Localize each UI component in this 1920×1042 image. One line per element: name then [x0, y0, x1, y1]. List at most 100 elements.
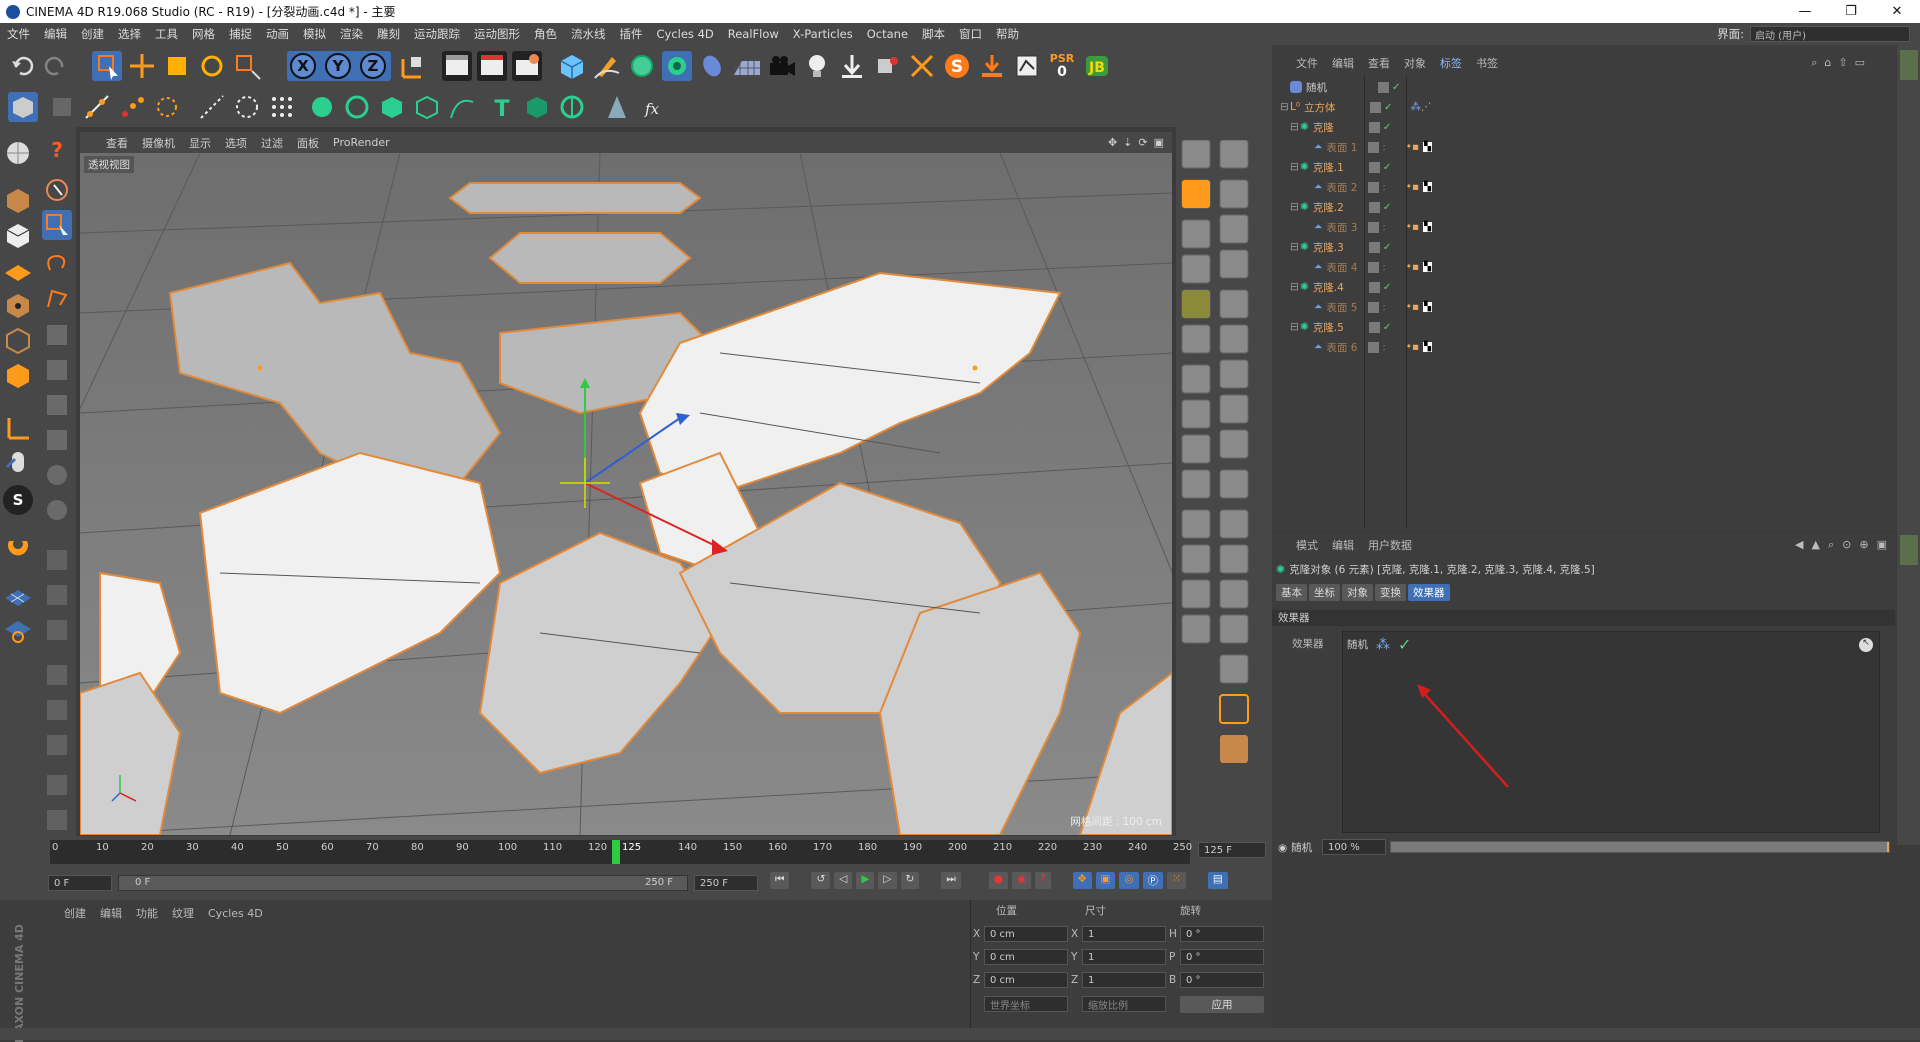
import-icon[interactable]	[837, 51, 867, 81]
am-search-icon[interactable]: ⌕	[1828, 538, 1834, 552]
collapse-icon[interactable]: ⊟	[1290, 201, 1300, 213]
am-subtab-transform[interactable]: 变换	[1375, 584, 1406, 601]
material-tag-icon[interactable]: •▪	[1406, 221, 1419, 233]
prev-key-icon[interactable]: ↺	[811, 872, 831, 889]
material-tag-icon[interactable]: •▪	[1406, 301, 1419, 313]
visibility-toggle[interactable]	[1368, 261, 1380, 273]
viewport-menu-camera[interactable]: 摄像机	[142, 135, 175, 151]
enabled-check-icon[interactable]: :	[1382, 142, 1385, 153]
snap-icon[interactable]	[3, 533, 33, 563]
dimmed-tool-5-icon[interactable]	[42, 460, 72, 490]
y-axis-lock-icon[interactable]: Y	[325, 53, 351, 79]
am-lock-icon[interactable]: ⊙	[1842, 538, 1851, 552]
drop-to-floor-icon[interactable]	[977, 51, 1007, 81]
next-key-icon[interactable]: ↻	[900, 872, 920, 889]
cube-object-icon[interactable]	[557, 51, 587, 81]
texture-tag-icon[interactable]: ▚	[1423, 182, 1433, 192]
psr-reset-button[interactable]: PSR 0	[1047, 52, 1077, 82]
mm-tab-cycles[interactable]: Cycles 4D	[208, 907, 263, 920]
menu-item[interactable]: 运动跟踪	[407, 26, 467, 42]
collapse-icon[interactable]: ⊟	[1290, 161, 1300, 173]
om-new-view-icon[interactable]: ▭	[1855, 56, 1865, 70]
model-mode-icon[interactable]	[8, 92, 38, 122]
strength-slider[interactable]	[1390, 841, 1890, 853]
dimmed-tool-8-icon[interactable]	[42, 580, 72, 610]
menu-item[interactable]: 窗口	[952, 26, 989, 42]
object-row[interactable]: ⊟ ✺ 克隆.4 ✓	[1276, 277, 1391, 297]
menu-item[interactable]: 脚本	[915, 26, 952, 42]
menu-item[interactable]: 插件	[613, 26, 650, 42]
visibility-toggle[interactable]	[1368, 341, 1380, 353]
mograph-matrix-icon[interactable]	[307, 92, 337, 122]
dimmed-tool-13-icon[interactable]	[42, 770, 72, 800]
enabled-check-icon[interactable]: ✓	[1383, 122, 1391, 133]
om-tab-edit[interactable]: 编辑	[1332, 55, 1354, 71]
enabled-check-icon[interactable]: :	[1382, 222, 1385, 233]
object-mode-icon[interactable]	[3, 185, 33, 215]
plugin-icon[interactable]	[1012, 51, 1042, 81]
mograph-extrude-icon[interactable]	[412, 92, 442, 122]
close-icon[interactable]: ✕	[1874, 0, 1920, 23]
subdivision-surface-icon[interactable]	[627, 51, 657, 81]
object-row[interactable]: ⏶ 表面 1 : •▪ ▚	[1276, 137, 1433, 157]
menu-item[interactable]: Octane	[860, 27, 915, 41]
dimmed-tool-7-icon[interactable]	[42, 545, 72, 575]
om-tab-tags[interactable]: 标签	[1440, 55, 1462, 71]
axis-mode-icon[interactable]	[3, 412, 33, 442]
viewport-menu-options[interactable]: 选项	[225, 135, 247, 151]
world-coordinates-select[interactable]: 世界坐标	[984, 996, 1068, 1012]
workplane-lock-icon[interactable]	[3, 615, 33, 645]
visibility-toggle[interactable]	[1368, 281, 1380, 293]
texture-mode-icon[interactable]	[47, 92, 77, 122]
menu-item[interactable]: 雕刻	[370, 26, 407, 42]
position-y-field[interactable]: 0 cm	[984, 949, 1068, 965]
timeline-window-icon[interactable]: ▤	[1207, 872, 1228, 889]
texture-tag-icon[interactable]: ▚	[1423, 142, 1433, 152]
visibility-toggle[interactable]	[1368, 221, 1380, 233]
object-row[interactable]: ⊟ ✺ 克隆.2 ✓	[1276, 197, 1391, 217]
viewport-menu-view[interactable]: 查看	[106, 135, 128, 151]
menu-item[interactable]: X-Particles	[786, 27, 860, 41]
enabled-check-icon[interactable]: :	[1382, 302, 1385, 313]
enabled-check-icon[interactable]: :	[1382, 262, 1385, 273]
edges-mode-icon[interactable]	[3, 325, 33, 355]
model-sphere-icon[interactable]	[3, 138, 33, 168]
next-frame-icon[interactable]: ▷	[878, 872, 897, 889]
floor-icon[interactable]	[732, 51, 762, 81]
enabled-check-icon[interactable]: ✓	[1383, 322, 1391, 333]
object-row[interactable]: ⊟ ✺ 克隆.1 ✓	[1276, 157, 1391, 177]
rotation-p-field[interactable]: 0 °	[1180, 949, 1264, 965]
points-circle-icon[interactable]	[232, 92, 262, 122]
coordinate-system-icon[interactable]	[397, 51, 427, 81]
xparticles-icon[interactable]	[872, 51, 902, 81]
record-rotation-icon[interactable]: ◎	[1119, 872, 1139, 889]
dimmed-tool-2-icon[interactable]	[42, 355, 72, 385]
collapse-icon[interactable]: ⊟	[1290, 321, 1300, 333]
go-to-end-icon[interactable]: ⏭	[941, 872, 961, 889]
xpresso-icon[interactable]	[602, 92, 632, 122]
strength-field[interactable]: 100 %	[1322, 839, 1386, 855]
enabled-check-icon[interactable]: ✓	[1383, 282, 1391, 293]
am-up-icon[interactable]: ▲	[1812, 538, 1820, 552]
material-tag-icon[interactable]: •▪	[1406, 341, 1419, 353]
om-tab-view[interactable]: 查看	[1368, 55, 1390, 71]
timeline-end-field[interactable]: 125 F	[1198, 842, 1266, 858]
menu-item[interactable]: 选择	[111, 26, 148, 42]
edge-tab-objects[interactable]	[1900, 50, 1918, 80]
scale-icon[interactable]	[162, 51, 192, 81]
pen-spline-icon[interactable]	[592, 51, 622, 81]
menu-item[interactable]: 渲染	[333, 26, 370, 42]
dimmed-tool-3-icon[interactable]	[42, 390, 72, 420]
dimmed-tool-12-icon[interactable]	[42, 730, 72, 760]
om-home-icon[interactable]: ⌂	[1824, 56, 1831, 70]
mm-tab-create[interactable]: 创建	[64, 905, 86, 921]
object-row[interactable]: ⏶ 表面 5 : •▪ ▚	[1276, 297, 1433, 317]
checker-mode-icon[interactable]	[3, 220, 33, 250]
enabled-check-icon[interactable]: :	[1382, 182, 1385, 193]
om-tab-file[interactable]: 文件	[1296, 55, 1318, 71]
object-row[interactable]: ⊟ ✺ 克隆.3 ✓	[1276, 237, 1391, 257]
preview-range-slider[interactable]: 0 F 250 F	[118, 875, 688, 891]
material-tag-icon[interactable]: •▪	[1406, 261, 1419, 273]
mm-tab-function[interactable]: 功能	[136, 905, 158, 921]
om-search-icon[interactable]: ⌕	[1811, 56, 1817, 70]
